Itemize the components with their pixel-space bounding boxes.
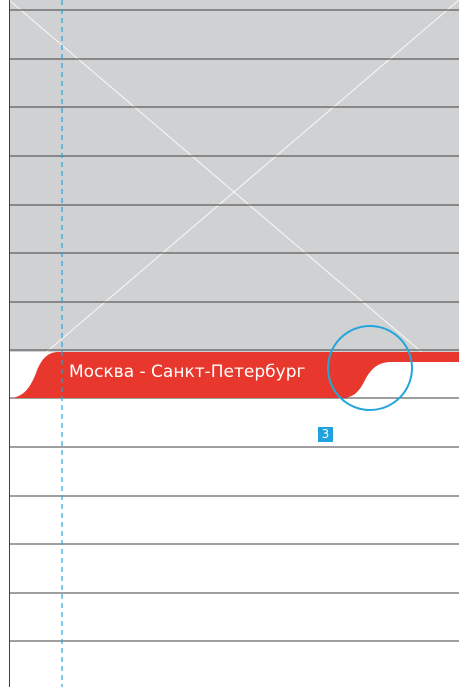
marker-badge-number: 3 xyxy=(321,427,330,441)
image-placeholder xyxy=(9,0,459,352)
route-title: Москва - Санкт-Петербург xyxy=(69,362,306,382)
layout-diagram xyxy=(8,0,459,687)
